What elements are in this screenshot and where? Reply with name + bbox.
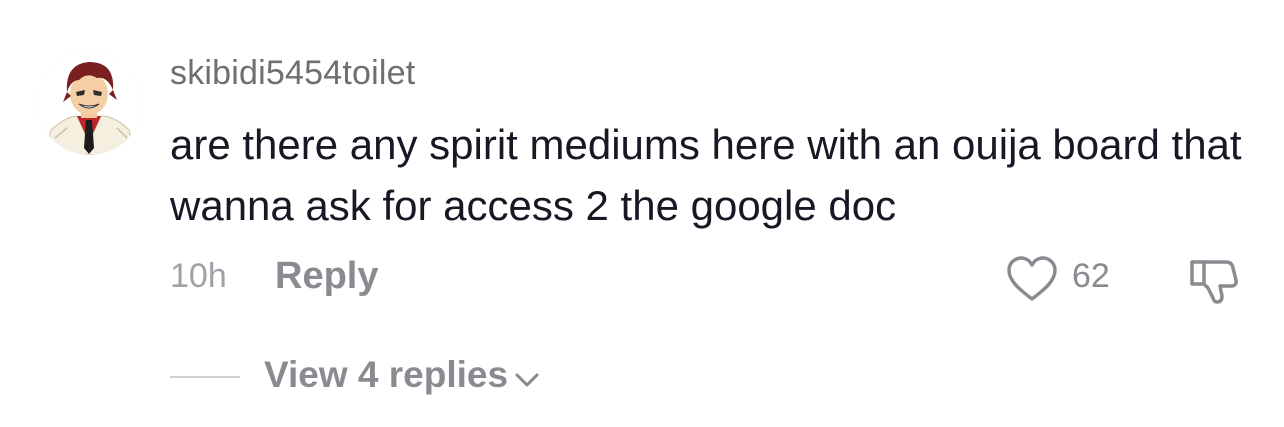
dislike-button[interactable] — [1186, 252, 1240, 306]
heart-outline-icon — [1007, 256, 1057, 301]
replies-divider — [170, 376, 240, 378]
reply-button[interactable]: Reply — [275, 255, 378, 298]
like-count: 62 — [1072, 257, 1110, 295]
comment-text: are there any spirit mediums here with a… — [170, 121, 1242, 229]
avatar-illustration — [37, 50, 142, 155]
comment-timestamp: 10h — [170, 257, 227, 295]
comment-username[interactable]: skibidi5454toilet — [170, 54, 415, 93]
thumbs-down-outline-icon — [1190, 260, 1238, 304]
chevron-down-icon — [514, 356, 540, 398]
view-replies-label: View 4 replies — [264, 354, 509, 395]
avatar[interactable] — [37, 50, 142, 155]
like-button[interactable]: 62 — [1005, 252, 1125, 304]
view-replies-button[interactable]: View 4 replies — [264, 354, 540, 398]
